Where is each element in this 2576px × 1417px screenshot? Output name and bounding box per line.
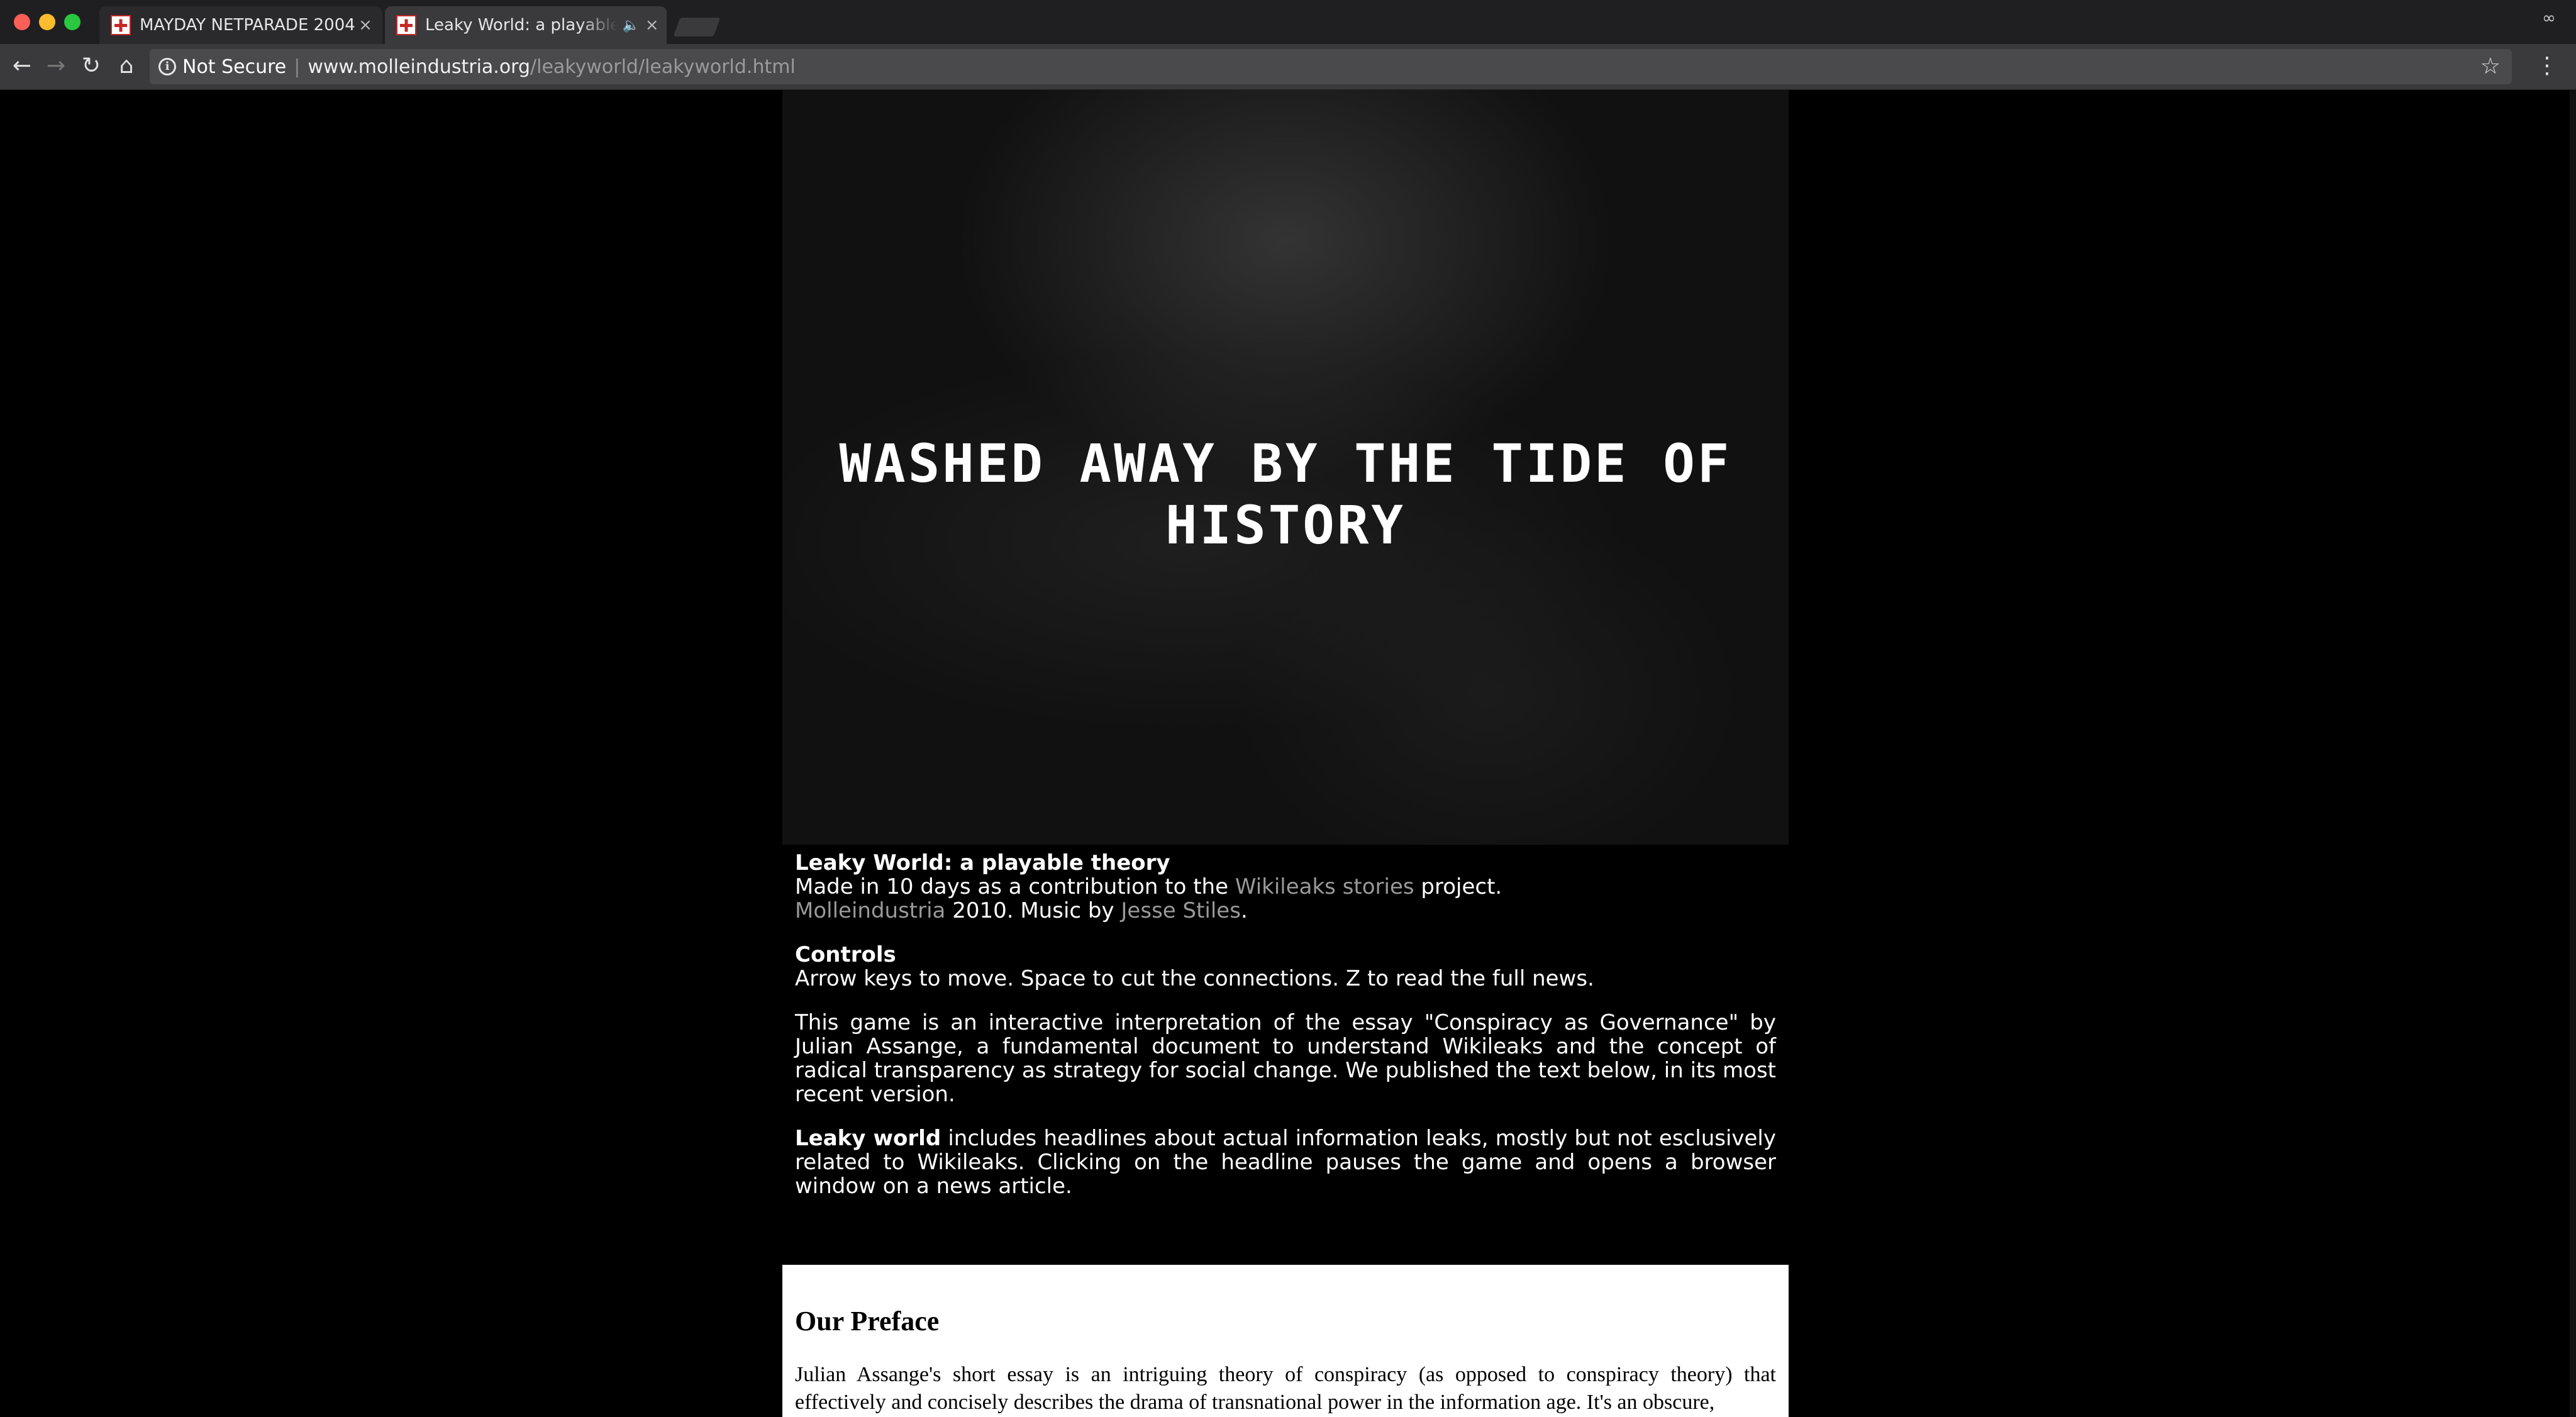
wikileaks-stories-link[interactable]: Wikileaks stories [1235,874,1414,899]
game-canvas[interactable]: WASHED AWAY BY THE TIDE OF HISTORY [782,90,1789,845]
forward-button[interactable]: → [40,50,72,82]
tab-close-icon[interactable]: × [356,16,375,35]
period: . [1240,898,1248,923]
tab-strip: MAYDAY NETPARADE 2004 × Leaky World: a p… [0,0,2576,44]
molleindustria-link[interactable]: Molleindustria [795,898,945,923]
leaky-world-paragraph: Leaky world includes headlines about act… [795,1126,1776,1198]
address-bar[interactable]: i Not Secure | www.molleindustria.org/le… [150,49,2512,84]
bookmark-star-icon[interactable]: ☆ [2480,49,2501,84]
game-title: Leaky World: a playable theory [795,850,1170,875]
info-icon[interactable]: i [158,58,176,75]
new-tab-button[interactable] [673,18,721,36]
url-host[interactable]: www.molleindustria.org [308,56,530,78]
essay-paragraph: This game is an interactive interpretati… [795,1010,1776,1107]
address-separator: | [294,55,301,78]
controls-heading: Controls [795,942,896,967]
url-path[interactable]: /leakyworld/leakyworld.html [530,56,796,78]
security-label[interactable]: Not Secure [182,56,286,78]
controls-paragraph: Controls Arrow keys to move. Space to cu… [795,943,1776,991]
tab-title: MAYDAY NETPARADE 2004 [140,16,355,35]
game-banner-text: WASHED AWAY BY THE TIDE OF HISTORY [839,433,1732,556]
molleindustria-favicon-icon [396,15,416,35]
browser-toolbar: ← → ↻ ⌂ i Not Secure | www.molleindustri… [0,44,2576,90]
maximize-window-button[interactable] [64,14,80,30]
jesse-stiles-link[interactable]: Jesse Stiles [1121,898,1241,923]
reload-button[interactable]: ↻ [75,50,107,82]
tab-mayday-netparade[interactable]: MAYDAY NETPARADE 2004 × [99,6,382,44]
leaky-world-bold: Leaky world [795,1126,941,1151]
tab-leaky-world[interactable]: Leaky World: a playable theory 🔈 × [385,6,667,44]
home-button[interactable]: ⌂ [111,50,142,82]
page-viewport: WASHED AWAY BY THE TIDE OF HISTORY Leaky… [0,90,2576,1417]
back-button[interactable]: ← [6,50,38,82]
preface-section: Our Preface Julian Assange's short essay… [782,1265,1789,1417]
leaky-world-text: includes headlines about actual informat… [795,1126,1777,1199]
game-info: Leaky World: a playable theory Made in 1… [795,851,1776,1218]
intro-paragraph: Leaky World: a playable theory Made in 1… [795,851,1776,923]
close-window-button[interactable] [14,14,30,30]
made-suffix: project. [1414,874,1502,899]
preface-text: Julian Assange's short essay is an intri… [795,1363,1776,1414]
minimize-window-button[interactable] [39,14,55,30]
tab-close-icon[interactable]: × [645,16,659,35]
made-text: Made in 10 days as a contribution to the [795,874,1235,899]
molleindustria-favicon-icon [111,15,131,35]
browser-menu-icon[interactable]: ⋮ [2536,50,2558,82]
year-music-text: 2010. Music by [945,898,1121,923]
incognito-icon: ∞ [2542,9,2556,28]
preface-heading: Our Preface [795,1306,940,1336]
controls-text: Arrow keys to move. Space to cut the con… [795,966,1594,991]
page-scrollbar[interactable] [2570,90,2576,1417]
audio-playing-icon[interactable]: 🔈 [623,18,640,33]
tab-title: Leaky World: a playable theory [425,16,618,35]
